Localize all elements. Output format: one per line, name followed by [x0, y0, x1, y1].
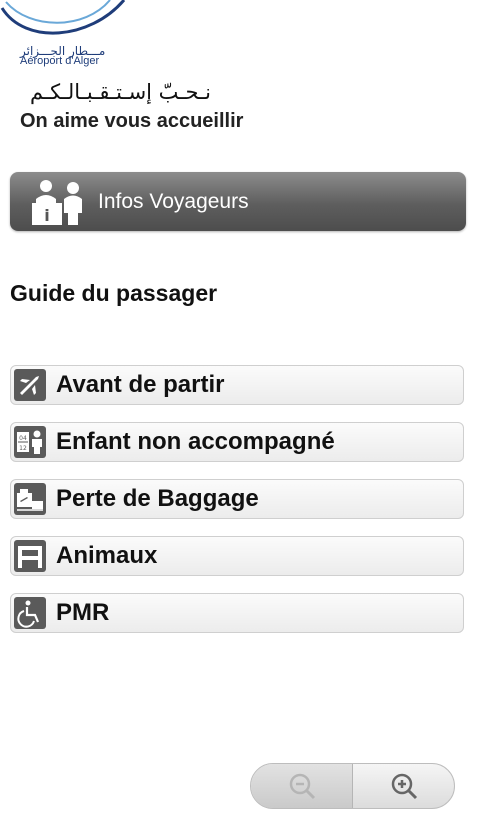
menu-item-label: Perte de Baggage	[56, 485, 259, 512]
zoom-in-button[interactable]	[353, 764, 454, 808]
menu-item-label: PMR	[56, 599, 110, 626]
menu-item-label: Animaux	[56, 542, 158, 569]
calendar-child-icon: 04 12	[14, 426, 46, 458]
menu-item-enfant-non-accompagne[interactable]: 04 12 Enfant non accompagné	[10, 422, 464, 462]
zoom-out-icon	[289, 773, 315, 800]
baggage-icon	[14, 483, 46, 515]
svg-text:12: 12	[19, 445, 27, 452]
menu-item-animaux[interactable]: Animaux	[10, 536, 464, 576]
zoom-controls	[250, 763, 455, 809]
animal-icon	[14, 540, 46, 572]
svg-text:i: i	[44, 206, 49, 225]
tagline-french: On aime vous accueillir	[20, 110, 244, 132]
svg-text:04: 04	[19, 435, 27, 442]
zoom-in-icon	[391, 773, 417, 800]
airport-logo-swoosh	[0, 0, 126, 35]
infos-voyageurs-label: Infos Voyageurs	[98, 189, 249, 213]
menu-item-label: Avant de partir	[56, 371, 225, 398]
page-title: Guide du passager	[10, 280, 218, 306]
infos-voyageurs-button[interactable]: i Infos Voyageurs	[10, 172, 466, 231]
info-desk-icon: i	[32, 179, 82, 225]
logo-french-text: Aéroport d'Alger	[20, 55, 100, 67]
menu-item-avant-de-partir[interactable]: Avant de partir	[10, 365, 464, 405]
menu-item-pmr[interactable]: PMR	[10, 593, 464, 633]
wheelchair-icon	[14, 597, 46, 629]
menu-item-perte-de-baggage[interactable]: Perte de Baggage	[10, 479, 464, 519]
menu-item-label: Enfant non accompagné	[56, 428, 335, 455]
tagline-arabic: نـحـبّ إسـتـقـبـالـكـم	[30, 80, 212, 104]
plane-icon	[14, 369, 46, 401]
zoom-out-button[interactable]	[251, 764, 353, 808]
